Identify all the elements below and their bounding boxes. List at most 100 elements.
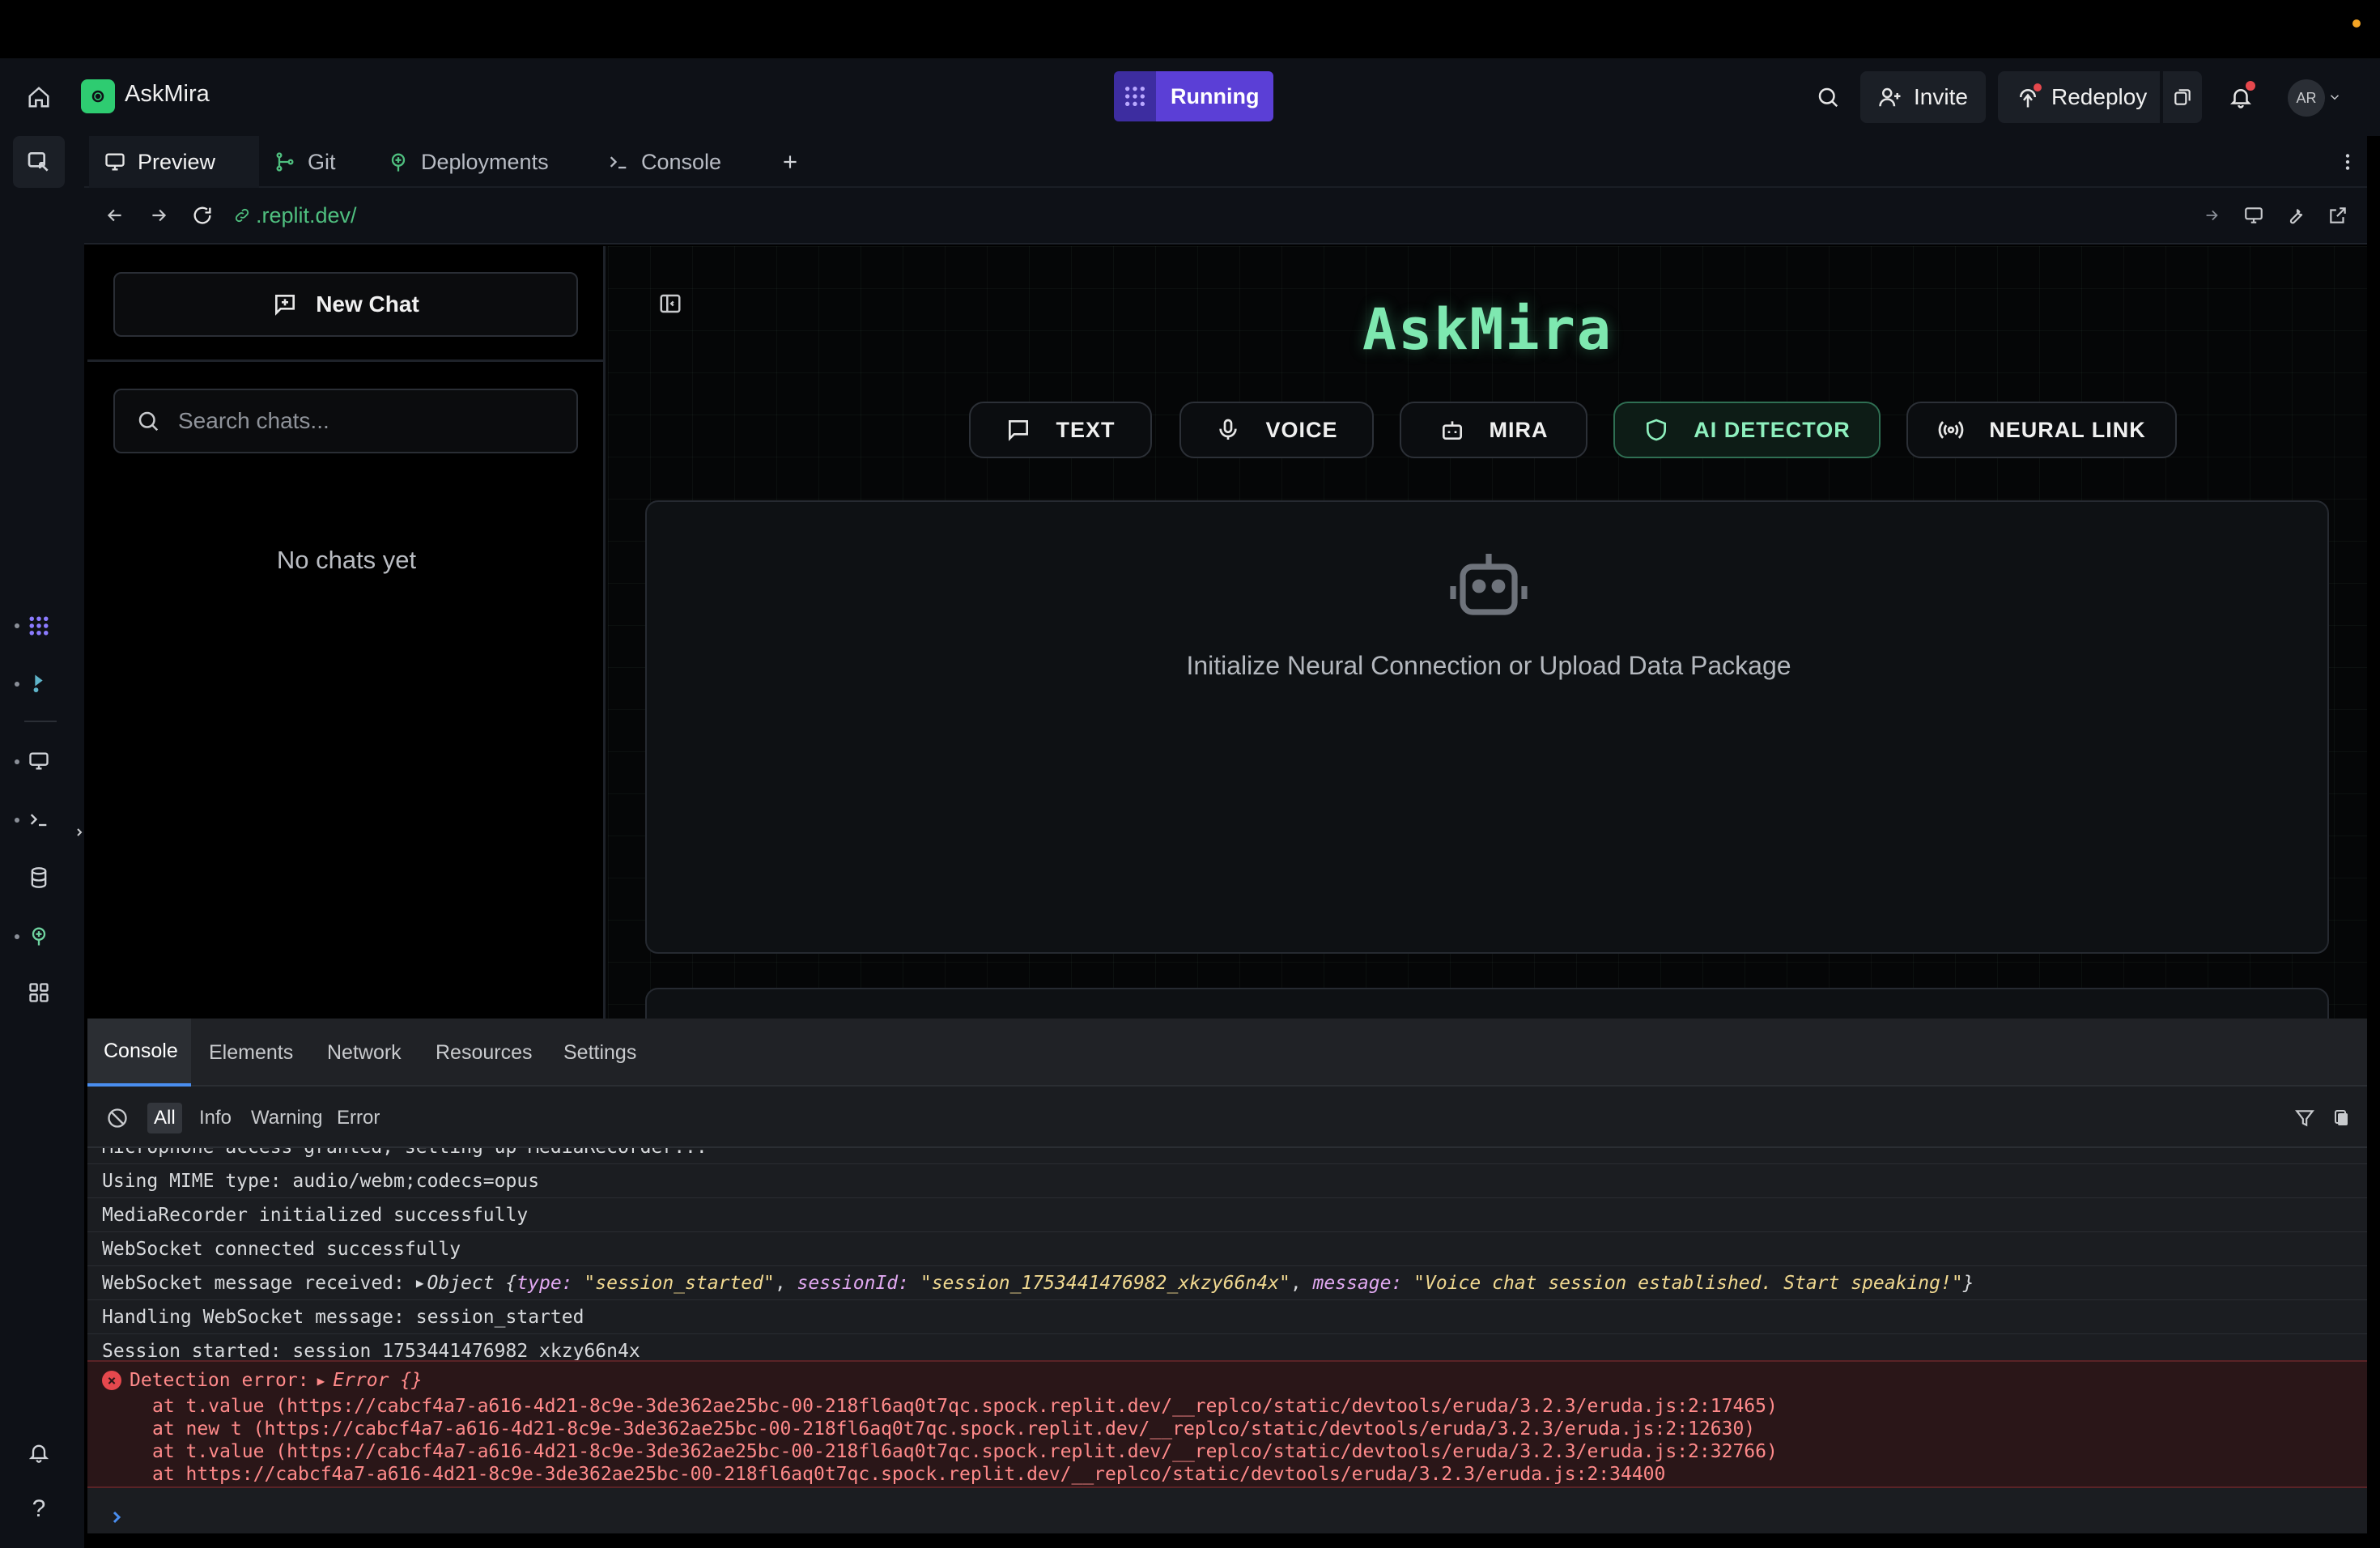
devtools-tabs: Console Elements Network Resources Setti… [87, 1019, 2367, 1087]
mode-ai-detector-button[interactable]: AI DETECTOR [1613, 402, 1881, 458]
redeploy-button[interactable]: Redeploy [1998, 71, 2160, 123]
stack-frame[interactable]: at t.value (https://cabcf4a7-a616-4d21-8… [152, 1396, 1778, 1417]
apps-grid-icon[interactable] [23, 976, 55, 1009]
devtools-tab-elements[interactable]: Elements [193, 1019, 309, 1087]
tab-label: Git [308, 149, 336, 174]
message-plus-icon [275, 295, 295, 316]
object-value: "Voice chat session established. Start s… [1413, 1272, 1963, 1294]
log-entry: Using MIME type: audio/webm;codecs=opus [87, 1164, 2367, 1198]
robot-icon [1450, 551, 1528, 622]
main-pane: AskMira TEXT VOICE MIRA AI DETECTOR NEUR… [608, 246, 2367, 1019]
app-name[interactable]: AskMira [125, 81, 210, 108]
help-icon[interactable]: ? [23, 1493, 55, 1525]
url-field[interactable]: .replit.dev/ [233, 199, 357, 232]
chat-sidebar: New Chat Search chats... No chats yet [87, 246, 606, 1019]
devtools-tab-settings[interactable]: Settings [547, 1019, 652, 1087]
empty-chats-text: No chats yet [276, 546, 417, 574]
url-bar: .replit.dev/ [84, 188, 2367, 245]
external-link-icon[interactable] [2323, 201, 2352, 230]
stack-frame[interactable]: at https://cabcf4a7-a616-4d21-8c9e-3de36… [152, 1464, 1665, 1485]
tab-git[interactable]: Git [259, 136, 372, 188]
chevron-down-icon[interactable] [2325, 87, 2344, 107]
monitor-icon [105, 153, 125, 171]
workspace-tabs: Preview Git Deployments Console [84, 136, 2367, 188]
git-branch-icon [276, 152, 294, 172]
back-icon[interactable] [99, 199, 131, 232]
page-title: AskMira [1362, 296, 1613, 363]
upload-drop-zone[interactable]: Initialize Neural Connection or Upload D… [645, 500, 2329, 954]
terminal-icon [610, 156, 627, 169]
console-filter-bar: All Info Warning Error [87, 1087, 2367, 1148]
bell-icon[interactable] [2223, 79, 2259, 115]
tab-console[interactable]: Console [593, 136, 763, 188]
add-tab-icon[interactable] [774, 146, 806, 178]
forward-icon[interactable] [142, 199, 175, 232]
redeploy-menu-icon[interactable] [2163, 71, 2202, 123]
mode-voice-button[interactable]: VOICE [1179, 402, 1374, 458]
home-icon[interactable] [23, 81, 55, 113]
clear-console-icon[interactable] [102, 1103, 133, 1133]
expand-triangle-icon[interactable]: ▶ [416, 1275, 424, 1291]
tab-label: Preview [138, 149, 216, 174]
filter-all[interactable]: All [147, 1103, 182, 1133]
filter-warning[interactable]: Warning [244, 1103, 329, 1133]
expand-triangle-icon[interactable]: ▶ [317, 1373, 325, 1389]
filter-info[interactable]: Info [193, 1103, 238, 1133]
tab-label: Deployments [421, 149, 549, 174]
log-entry: MediaRecorder initialized successfully [87, 1198, 2367, 1232]
mode-text-button[interactable]: TEXT [969, 402, 1152, 458]
prompt-chevron-icon [113, 1511, 121, 1524]
terminal-icon[interactable] [23, 803, 55, 836]
workflow-icon[interactable] [23, 610, 55, 642]
go-arrow-icon[interactable] [2197, 201, 2226, 230]
tab-preview[interactable]: Preview [89, 136, 259, 188]
mode-mira-button[interactable]: MIRA [1400, 402, 1587, 458]
more-vertical-icon[interactable] [2331, 146, 2364, 178]
avatar[interactable]: AR [2288, 79, 2325, 117]
log-entry: Microphone access granted, setting up Me… [87, 1148, 2367, 1164]
monitor-icon[interactable] [23, 745, 55, 777]
error-x-icon: × [102, 1371, 121, 1390]
mode-label: NEURAL LINK [1989, 417, 2146, 442]
database-icon[interactable] [23, 861, 55, 894]
devtools-tab-network[interactable]: Network [311, 1019, 418, 1087]
expand-rail-icon[interactable] [71, 823, 87, 842]
deploy-icon[interactable] [23, 920, 55, 952]
error-object: Error {} [333, 1370, 423, 1391]
devtools-tab-console[interactable]: Console [87, 1019, 191, 1087]
stack-frame[interactable]: at new t (https://cabcf4a7-a616-4d21-8c9… [152, 1418, 1755, 1440]
tab-label: Console [641, 149, 722, 174]
devtools-wrench-icon[interactable] [2281, 201, 2310, 230]
console-log: Microphone access granted, setting up Me… [87, 1148, 2367, 1501]
link-icon [235, 208, 249, 223]
object-value: "session_started" [584, 1272, 775, 1294]
devtools-panel: Console Elements Network Resources Setti… [87, 1019, 2367, 1533]
reload-icon[interactable] [186, 199, 219, 232]
mode-neural-link-button[interactable]: NEURAL LINK [1906, 402, 2177, 458]
left-rail: ? [0, 136, 84, 1548]
filter-error[interactable]: Error [330, 1103, 386, 1133]
search-chats-input[interactable]: Search chats... [113, 389, 578, 453]
tab-deployments[interactable]: Deployments [372, 136, 593, 188]
agent-icon[interactable] [23, 667, 55, 700]
search-icon[interactable] [1810, 79, 1846, 115]
filter-funnel-icon[interactable] [2289, 1103, 2320, 1133]
devtools-tab-resources[interactable]: Resources [419, 1019, 549, 1087]
preview-pane-icon[interactable] [13, 136, 65, 188]
console-input[interactable] [87, 1501, 2367, 1533]
object-key: type: [516, 1272, 573, 1294]
app-logo-icon [81, 79, 115, 113]
log-entry-ws-message[interactable]: WebSocket message received: ▶ Object { t… [87, 1266, 2367, 1300]
invite-button[interactable]: Invite [1860, 71, 1986, 123]
device-preview-icon[interactable] [2239, 201, 2268, 230]
object-prefix: Object { [427, 1272, 517, 1294]
object-key: message: [1312, 1272, 1403, 1294]
error-header[interactable]: × Detection error: ▶ Error {} [102, 1370, 423, 1391]
run-status[interactable]: Running [1114, 71, 1274, 121]
alert-bell-icon[interactable] [23, 1436, 55, 1469]
copy-icon[interactable] [2327, 1103, 2357, 1133]
stack-frame[interactable]: at t.value (https://cabcf4a7-a616-4d21-8… [152, 1441, 1778, 1462]
drop-zone-text: Initialize Neural Connection or Upload D… [1186, 651, 1791, 680]
new-chat-button[interactable]: New Chat [113, 272, 578, 337]
message-square-icon [1009, 420, 1029, 441]
